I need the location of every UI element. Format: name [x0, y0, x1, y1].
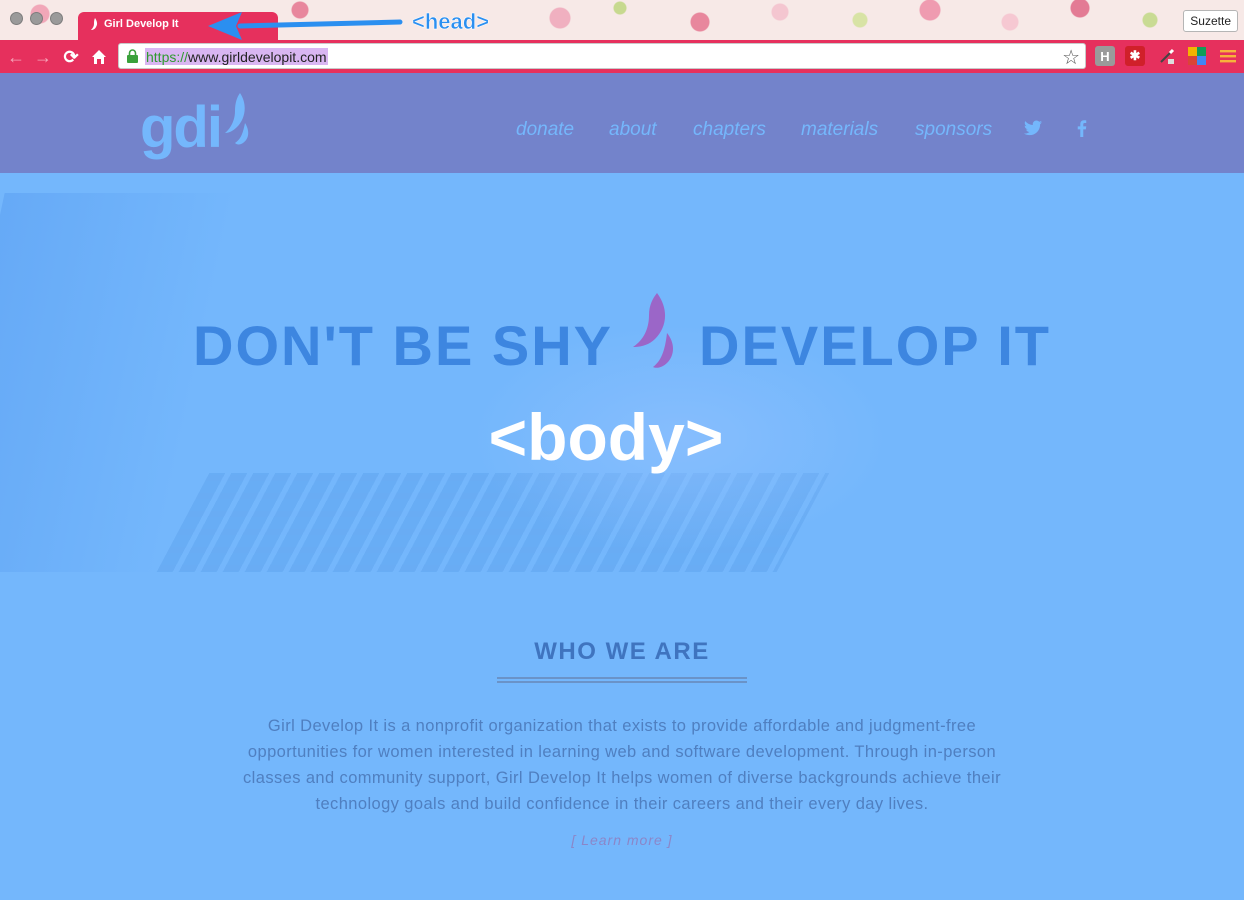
- eyedropper-icon[interactable]: [1157, 46, 1177, 66]
- extension-h-button[interactable]: H: [1095, 46, 1115, 66]
- who-we-are-heading: WHO WE ARE: [534, 638, 710, 665]
- color-palette-icon[interactable]: [1187, 46, 1207, 66]
- nav-sponsors[interactable]: sponsors: [915, 119, 992, 141]
- url-scheme: https://: [146, 49, 189, 65]
- body-annotation-label: <body>: [488, 400, 724, 474]
- lock-icon: [127, 49, 138, 63]
- extension-lastpass-button[interactable]: ✱: [1125, 46, 1145, 66]
- twitter-icon[interactable]: [1024, 120, 1042, 136]
- heading-divider: [497, 677, 747, 683]
- nav-about[interactable]: about: [609, 119, 657, 141]
- close-window-button[interactable]: [10, 12, 23, 25]
- logo-text: gdi: [140, 95, 223, 160]
- reload-icon[interactable]: ⟳: [60, 46, 82, 68]
- profile-button[interactable]: Suzette: [1183, 10, 1238, 32]
- site-header: gdi donate about chapters materials spon…: [0, 73, 1244, 173]
- gdi-favicon-icon: [91, 18, 98, 30]
- nav-materials[interactable]: materials: [801, 119, 878, 141]
- zoom-window-button[interactable]: [50, 12, 63, 25]
- hero-banner: DON'T BE SHY DEVELOP IT <body>: [0, 173, 1244, 572]
- url-text: https://www.girldevelopit.com: [145, 48, 328, 65]
- hero-title-right: DEVELOP IT: [699, 314, 1051, 377]
- learn-more-link[interactable]: [ Learn more ]: [0, 832, 1244, 848]
- minimize-window-button[interactable]: [30, 12, 43, 25]
- drop-icon: [633, 293, 674, 368]
- hero-title: DON'T BE SHY DEVELOP IT: [0, 293, 1244, 378]
- browser-toolbar: ← → ⟳ https://www.girldevelopit.com ☆ H …: [0, 40, 1244, 73]
- logo-drop-icon: [224, 93, 249, 145]
- who-we-are-text: Girl Develop It is a nonprofit organizat…: [243, 717, 1001, 813]
- nav-chapters[interactable]: chapters: [693, 119, 766, 141]
- gdi-logo[interactable]: gdi: [140, 93, 253, 157]
- nav-donate[interactable]: donate: [516, 119, 574, 141]
- head-annotation-label: <head>: [412, 9, 490, 35]
- facebook-icon[interactable]: [1077, 120, 1087, 137]
- bookmark-star-icon[interactable]: ☆: [1062, 45, 1080, 70]
- hero-title-left: DON'T BE SHY: [193, 314, 614, 377]
- forward-arrow-icon[interactable]: →: [32, 46, 54, 68]
- browser-tab-strip: Girl Develop It Suzette: [0, 0, 1244, 40]
- home-icon[interactable]: [88, 46, 110, 68]
- back-arrow-icon[interactable]: ←: [5, 46, 27, 68]
- tab-title: Girl Develop It: [104, 18, 179, 30]
- menu-icon[interactable]: [1218, 46, 1238, 66]
- url-host: www.girldevelopit.com: [188, 49, 327, 65]
- address-bar[interactable]: https://www.girldevelopit.com ☆: [118, 43, 1086, 69]
